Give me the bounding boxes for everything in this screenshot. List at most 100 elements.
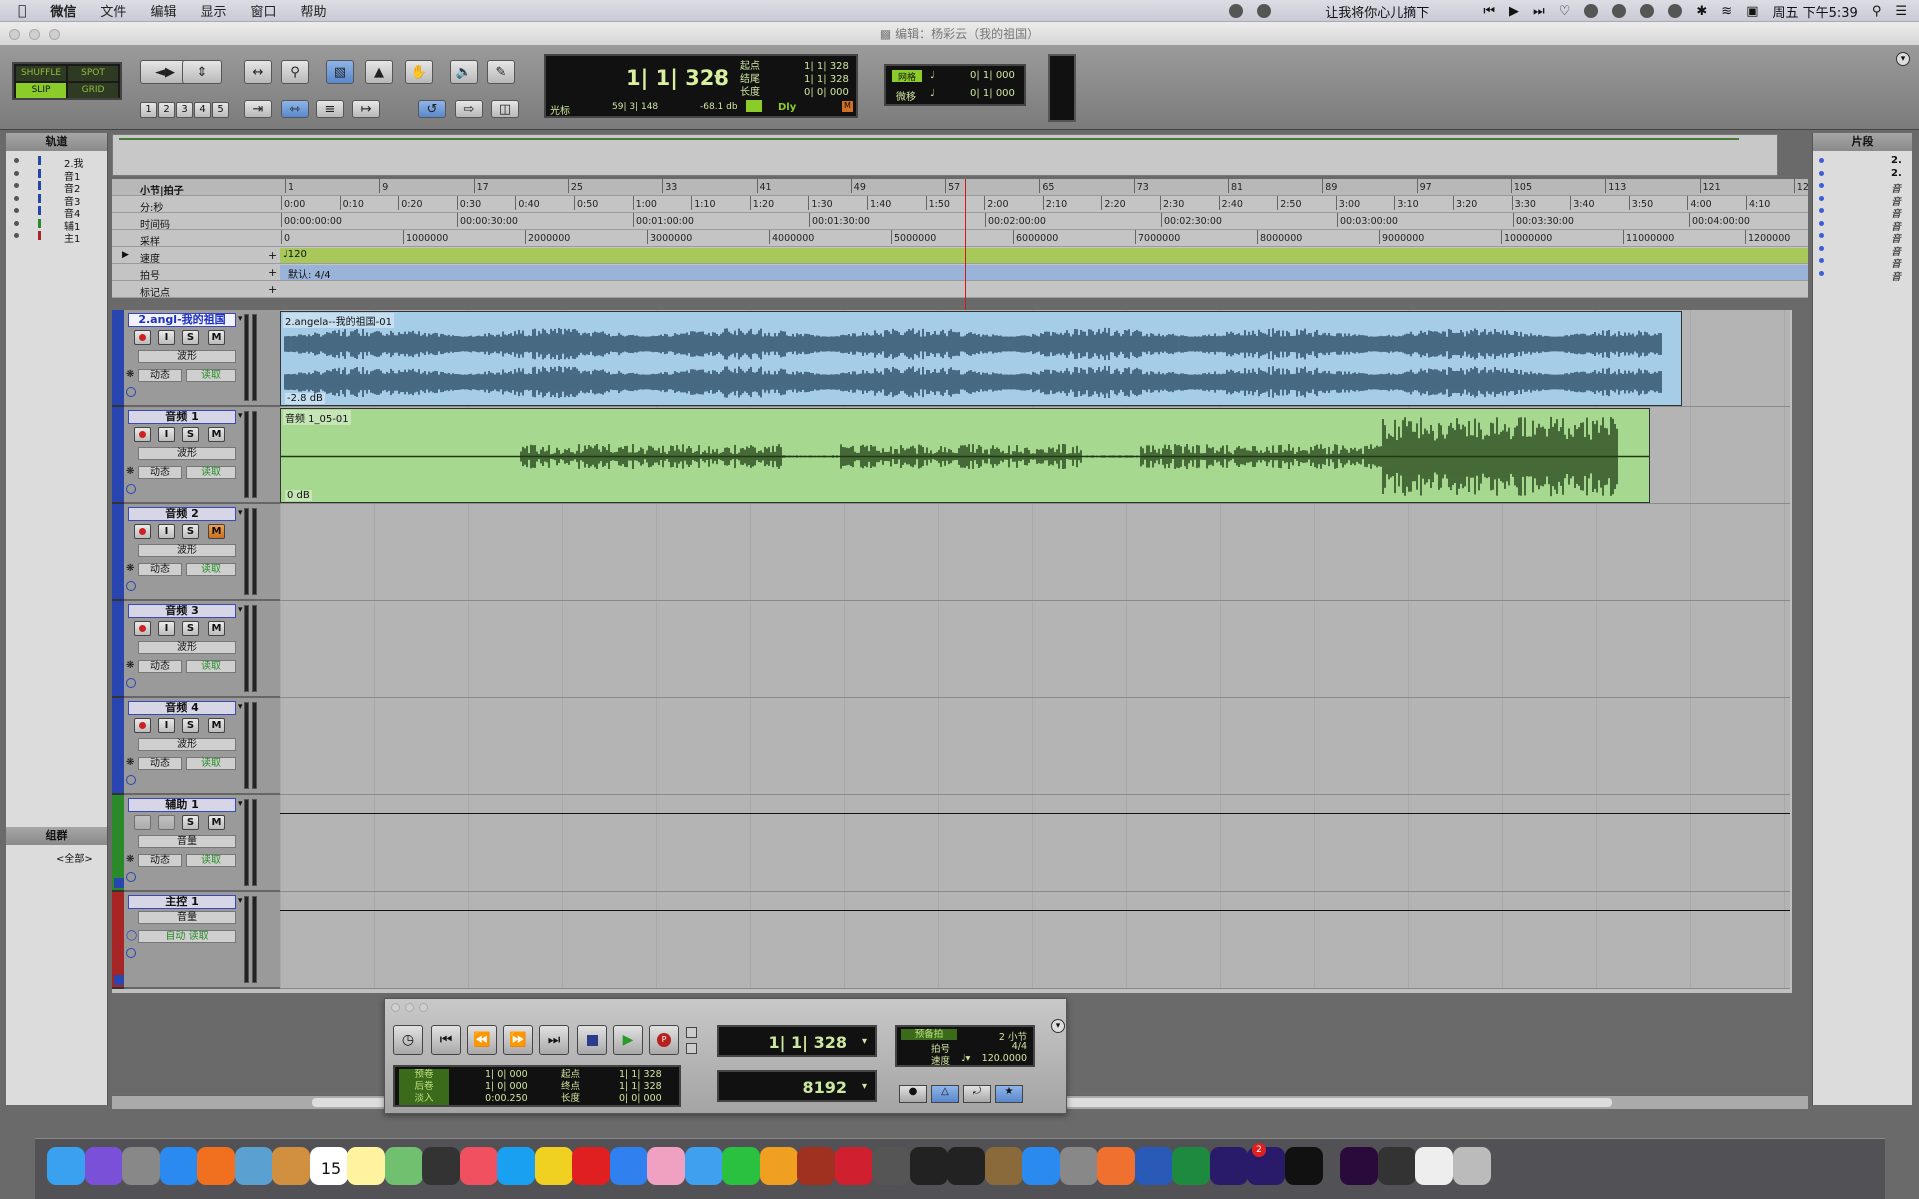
track-name-dropdown-icon[interactable]: ▾ xyxy=(238,799,243,809)
track-list-item[interactable]: 音4 xyxy=(6,205,107,220)
track-list-item[interactable]: 辅1 xyxy=(6,218,107,233)
universe-overview[interactable] xyxy=(112,134,1778,176)
track-name[interactable]: 2.angl-我的祖国 xyxy=(128,313,236,327)
input-method-icon[interactable]: ▣ xyxy=(1746,4,1758,19)
solo-button[interactable]: S xyxy=(182,330,199,345)
dock-app-icon[interactable] xyxy=(122,1147,160,1185)
clip-gain[interactable]: -2.8 dB xyxy=(285,393,325,404)
dock-app-icon[interactable] xyxy=(647,1147,685,1185)
keyboard-focus-icon[interactable]: ⇨ xyxy=(455,100,483,118)
sel-length-value[interactable]: 0| 0| 000 xyxy=(804,86,849,99)
input-monitor-button[interactable]: I xyxy=(158,524,175,539)
dock-app-icon[interactable] xyxy=(1377,1147,1416,1185)
tempo-expand-icon[interactable]: ▶ xyxy=(122,250,129,260)
tempo-add-icon[interactable]: + xyxy=(268,249,277,262)
mute-button[interactable]: M xyxy=(208,330,225,345)
wait-for-note-icon[interactable]: ● xyxy=(899,1085,927,1103)
t-length-value[interactable]: 0| 0| 000 xyxy=(619,1093,662,1105)
dock-app-icon[interactable] xyxy=(722,1147,760,1185)
meter-add-icon[interactable]: + xyxy=(268,266,277,279)
transport-main-counter[interactable]: 1| 1| 328 ▾ xyxy=(717,1025,877,1057)
solo-button[interactable]: S xyxy=(182,815,199,830)
link-timeline-icon[interactable]: ⇿ xyxy=(281,100,309,118)
meter-ruler[interactable]: 拍号 + 默认: 4/4 xyxy=(112,264,1808,282)
samples-ruler[interactable]: 采样 0 1000000 2000000 3000000 4000000 5000000 6… xyxy=(112,230,1808,248)
dock-app-icon[interactable] xyxy=(1452,1147,1491,1185)
stop-icon[interactable] xyxy=(577,1025,607,1055)
trim-tool-icon[interactable]: ▧ xyxy=(326,60,354,84)
track-resize-icon[interactable] xyxy=(114,975,124,985)
wifi-icon[interactable]: ≋ xyxy=(1721,4,1732,19)
selector-tool-icon[interactable]: ▲ xyxy=(365,60,393,84)
automation-mode-selector[interactable]: 读取 xyxy=(186,854,236,867)
preroll-value[interactable]: 1| 0| 000 xyxy=(485,1069,528,1081)
dock-app-icon[interactable] xyxy=(947,1147,985,1185)
dock-app-icon[interactable] xyxy=(497,1147,535,1185)
bars-beats-ruler[interactable]: 小节|拍子 1 9 17 25 33 41 49 57 65 73 81 89 97 105 113 121 1… xyxy=(112,179,1809,197)
wechat-status-icon[interactable] xyxy=(1257,4,1272,18)
dock-app-icon[interactable] xyxy=(347,1147,385,1185)
dock-app-icon[interactable] xyxy=(384,1147,423,1185)
dock-app-icon[interactable] xyxy=(422,1147,460,1185)
dock-app-icon[interactable] xyxy=(534,1147,573,1185)
transport-sub-value[interactable]: 8192 xyxy=(802,1078,847,1097)
sel-end-value[interactable]: 1| 1| 328 xyxy=(804,73,849,86)
clip-list-item[interactable]: 音 xyxy=(1813,180,1912,195)
dock-app-icon[interactable] xyxy=(1097,1147,1135,1185)
elastic-icon[interactable]: ❋ xyxy=(126,854,134,865)
menu-edit[interactable]: 编辑 xyxy=(138,1,188,20)
menu-window[interactable]: 窗口 xyxy=(238,1,288,20)
toolbar-menu-icon[interactable]: ▾ xyxy=(1896,52,1910,66)
transport-main-dropdown-icon[interactable]: ▾ xyxy=(862,1036,867,1047)
track-resize-icon[interactable] xyxy=(114,878,124,888)
dock-app-icon[interactable] xyxy=(1022,1147,1060,1185)
clock-icon[interactable] xyxy=(1668,4,1683,18)
minimize-window-button[interactable] xyxy=(29,29,40,40)
dock-app-icon[interactable] xyxy=(759,1147,798,1185)
elastic-mode-selector[interactable]: 动态 xyxy=(138,660,182,673)
scrubber-speaker-icon[interactable]: 🔈 xyxy=(450,60,478,84)
t-end-value[interactable]: 1| 1| 328 xyxy=(619,1081,662,1093)
automation-mode-selector[interactable]: 自动 读取 xyxy=(138,930,236,943)
track-view-selector[interactable]: 音量 xyxy=(138,911,236,924)
volume-automation-line[interactable] xyxy=(280,910,1790,911)
dock-app-icon[interactable] xyxy=(1134,1147,1173,1185)
track-playlist-lane[interactable] xyxy=(280,892,1790,989)
fadein-value[interactable]: 0:00.250 xyxy=(485,1093,528,1105)
dly-label[interactable]: Dly xyxy=(778,102,796,113)
mode-shuffle[interactable]: SHUFFLE xyxy=(16,66,66,81)
dock-app-icon[interactable] xyxy=(609,1147,648,1185)
automation-mode-selector[interactable]: 读取 xyxy=(186,563,236,576)
automation-mode-selector[interactable]: 读取 xyxy=(186,660,236,673)
track-list-item[interactable]: 音1 xyxy=(6,168,107,183)
dock-app-icon[interactable] xyxy=(572,1147,610,1185)
pencil-tool-icon[interactable]: ✎ xyxy=(487,60,515,84)
track-name[interactable]: 音频 2 xyxy=(128,507,236,521)
tempo-ruler[interactable]: ▶ 速度 + ♩120 xyxy=(112,247,1808,265)
record-enable-button[interactable] xyxy=(134,718,151,733)
meter-marker[interactable]: 默认: 4/4 xyxy=(288,266,331,281)
globe-icon[interactable] xyxy=(1584,4,1599,18)
automation-mode-selector[interactable]: 读取 xyxy=(186,757,236,770)
track-view-selector[interactable]: 波形 xyxy=(138,350,236,363)
spotlight-icon[interactable]: ⚲ xyxy=(1872,4,1882,19)
elastic-mode-selector[interactable]: 动态 xyxy=(138,757,182,770)
timebase-icon[interactable] xyxy=(126,775,136,785)
elastic-mode-selector[interactable]: 动态 xyxy=(138,369,182,382)
dock-app-icon[interactable] xyxy=(1209,1147,1248,1185)
dock-app-icon[interactable] xyxy=(834,1147,873,1185)
timebase-icon[interactable] xyxy=(126,872,136,882)
menu-wechat[interactable]: 微信 xyxy=(38,1,88,20)
dock-app-icon[interactable] xyxy=(272,1147,310,1185)
online-icon[interactable]: ◷ xyxy=(393,1025,423,1055)
main-counter-dropdown-icon[interactable]: ▾ xyxy=(714,72,719,83)
dock-app-icon[interactable] xyxy=(1415,1147,1453,1185)
track-resize-icon[interactable] xyxy=(114,587,124,597)
postroll-label[interactable]: 后卷 xyxy=(399,1081,449,1093)
transport-close-button[interactable] xyxy=(391,1003,400,1012)
time-machine-icon[interactable] xyxy=(1640,4,1655,18)
automation-mode-selector[interactable]: 读取 xyxy=(186,369,236,382)
transport-sub-dropdown-icon[interactable]: ▾ xyxy=(862,1081,867,1092)
dock-app-icon[interactable] xyxy=(984,1147,1023,1185)
track-name-dropdown-icon[interactable]: ▾ xyxy=(238,508,243,518)
